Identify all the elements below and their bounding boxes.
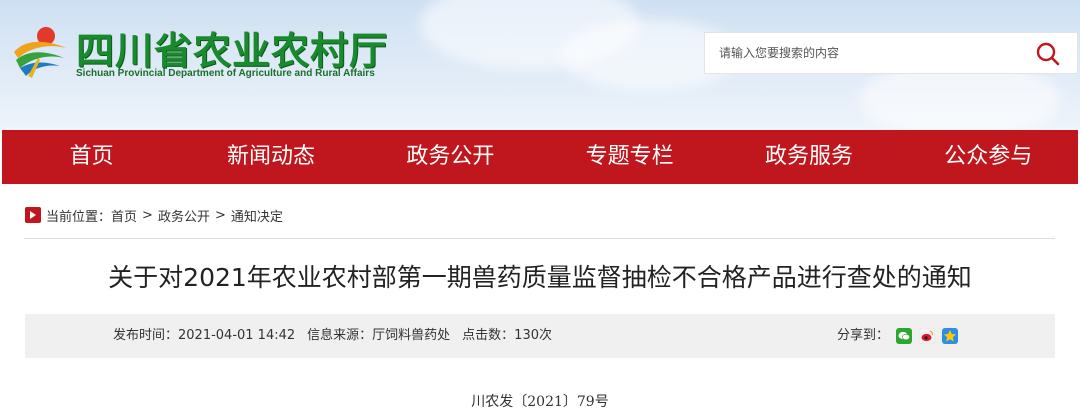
nav-item-special-topics[interactable]: 专题专栏 [540,130,719,184]
breadcrumb-prefix: 当前位置： [46,209,112,225]
nav-item-home[interactable]: 首页 [2,130,181,184]
nav-item-government-affairs[interactable]: 政务公开 [361,130,540,184]
info-source: 信息来源：厅饲料兽药处 [307,328,451,343]
main-nav: 首页 新闻动态 政务公开 专题专栏 政务服务 公众参与 [2,130,1078,184]
share-bar: 分享到： [837,314,959,358]
breadcrumb-home[interactable]: 首页 [111,206,137,225]
breadcrumb-separator: > [214,207,226,223]
search-icon[interactable] [1035,41,1061,67]
breadcrumb-government-affairs[interactable]: 政务公开 [158,206,210,225]
site-subtitle: Sichuan Provincial Department of Agricul… [76,68,375,79]
breadcrumb: 当前位置： 首页 > 政务公开 > 通知决定 [24,203,283,227]
site-header: 四川省农业农村厅 Sichuan Provincial Department o… [0,0,1080,130]
share-label: 分享到： [837,328,890,343]
site-title: 四川省农业农村厅 [76,29,389,73]
qzone-icon[interactable] [942,328,959,344]
document-number: 川农发〔2021〕79号 [471,394,609,410]
divider [24,238,1055,239]
search-box [704,32,1078,74]
breadcrumb-notices[interactable]: 通知决定 [231,206,283,225]
article-title: 关于对2021年农业农村部第一期兽药质量监督抽检不合格产品进行查处的通知 [108,263,972,292]
article-meta-bar: 发布时间：2021-04-01 14:42 信息来源：厅饲料兽药处 点击数：13… [25,314,1055,358]
logo-icon [14,27,66,78]
weibo-icon[interactable] [919,328,936,344]
nav-item-services[interactable]: 政务服务 [719,130,898,184]
location-icon [25,207,41,223]
search-input[interactable] [719,33,1019,73]
wechat-icon[interactable] [896,328,913,344]
nav-item-public-participation[interactable]: 公众参与 [899,130,1078,184]
nav-item-news[interactable]: 新闻动态 [181,130,360,184]
breadcrumb-separator: > [142,207,153,223]
publish-time: 发布时间：2021-04-01 14:42 [113,328,296,343]
view-count: 点击数：130次 [462,328,552,343]
